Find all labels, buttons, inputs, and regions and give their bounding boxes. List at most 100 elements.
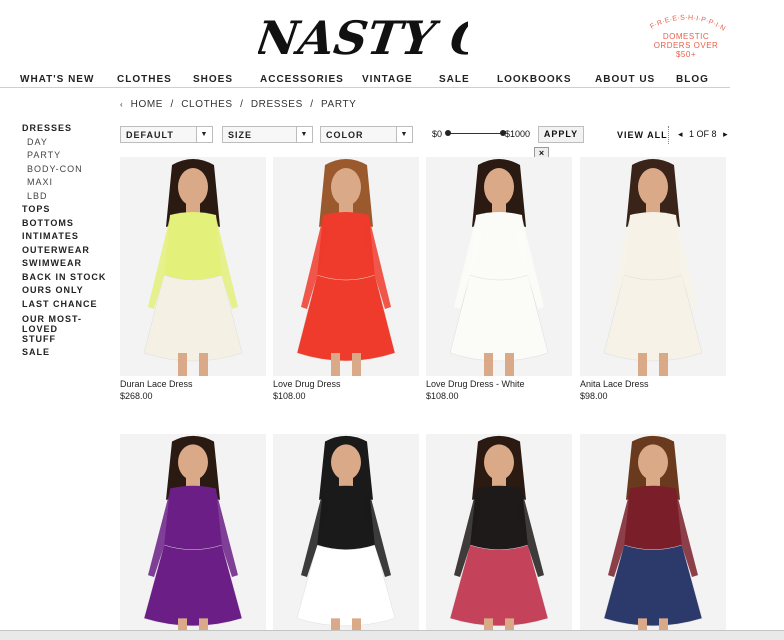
sidebar-most-loved-line1: OUR MOST-LOVED xyxy=(22,314,82,334)
product-name[interactable]: Duran Lace Dress xyxy=(120,379,266,389)
prev-page-icon[interactable]: ◂ xyxy=(678,129,683,139)
page-indicator: 1 OF 8 xyxy=(689,129,717,139)
sidebar-swimwear[interactable]: SWIMWEAR xyxy=(22,257,117,271)
sidebar-back-in-stock[interactable]: BACK IN STOCK xyxy=(22,271,117,285)
price-min-label: $0 xyxy=(432,129,443,139)
price-max-label: $1000 xyxy=(505,129,531,139)
breadcrumb-home[interactable]: HOME xyxy=(131,99,163,110)
product-name[interactable]: Love Drug Dress - White xyxy=(426,379,572,389)
product-image[interactable] xyxy=(120,157,266,376)
size-select-value: SIZE xyxy=(228,130,253,140)
promo-line-3: $50+ xyxy=(675,50,697,59)
product-card[interactable]: Anita Lace Dress $98.00 xyxy=(580,157,726,401)
model-figure xyxy=(120,157,266,376)
sidebar-outerwear[interactable]: OUTERWEAR xyxy=(22,244,117,258)
model-figure xyxy=(273,434,419,640)
product-price: $268.00 xyxy=(120,391,153,401)
product-card[interactable] xyxy=(120,434,266,640)
price-slider-min-handle[interactable] xyxy=(445,130,451,136)
sidebar-ours-only[interactable]: OURS ONLY xyxy=(22,284,117,298)
free-shipping-badge[interactable]: F·R·E·E·S·H·I·P·P·I·N·G DOMESTIC ORDERS … xyxy=(640,12,732,59)
logo-text: NASTY GAL xyxy=(258,11,468,65)
product-card[interactable]: Duran Lace Dress $268.00 xyxy=(120,157,266,401)
product-image[interactable] xyxy=(120,434,266,640)
product-price: $108.00 xyxy=(273,391,306,401)
model-figure xyxy=(426,157,572,376)
product-image[interactable] xyxy=(273,157,419,376)
product-image[interactable] xyxy=(273,434,419,640)
chevron-down-icon: ▼ xyxy=(396,127,412,142)
sidebar-sub-party[interactable]: PARTY xyxy=(22,149,117,163)
nav-vintage[interactable]: VINTAGE xyxy=(362,74,413,85)
horizontal-scrollbar[interactable] xyxy=(0,630,784,640)
product-card[interactable] xyxy=(426,434,572,640)
model-figure xyxy=(120,434,266,640)
breadcrumb-separator: / xyxy=(310,99,314,110)
nav-sale[interactable]: SALE xyxy=(439,74,470,85)
svg-text:F·R·E·E·S·H·I·P·P·I·N·G: F·R·E·E·S·H·I·P·P·I·N·G xyxy=(640,12,727,32)
nav-about-us[interactable]: ABOUT US xyxy=(595,74,655,85)
promo-line-2: ORDERS OVER xyxy=(653,41,719,50)
product-price: $108.00 xyxy=(426,391,459,401)
main-nav: WHAT'S NEW CLOTHES SHOES ACCESSORIES VIN… xyxy=(0,72,730,88)
sidebar-sub-day[interactable]: DAY xyxy=(22,136,117,150)
price-slider-track[interactable] xyxy=(447,133,505,134)
category-sidebar: DRESSES DAY PARTY BODY-CON MAXI LBD TOPS… xyxy=(22,122,117,360)
product-image[interactable] xyxy=(580,157,726,376)
product-card[interactable] xyxy=(273,434,419,640)
sidebar-last-chance[interactable]: LAST CHANCE xyxy=(22,298,117,312)
product-name[interactable]: Love Drug Dress xyxy=(273,379,419,389)
breadcrumb-dresses[interactable]: DRESSES xyxy=(251,99,303,110)
breadcrumb-separator: / xyxy=(240,99,244,110)
pagination: ◂ 1 OF 8 ▸ xyxy=(676,129,730,140)
brand-logo[interactable]: NASTY GAL xyxy=(258,0,468,68)
apply-button[interactable]: APPLY xyxy=(538,126,584,143)
free-shipping-arc: F·R·E·E·S·H·I·P·P·I·N·G xyxy=(640,12,727,32)
product-name[interactable]: Anita Lace Dress xyxy=(580,379,726,389)
nav-shoes[interactable]: SHOES xyxy=(193,74,233,85)
product-image[interactable] xyxy=(580,434,726,640)
color-select-value: COLOR xyxy=(326,130,364,140)
sidebar-most-loved-line2: STUFF xyxy=(22,334,56,344)
promo-line-1: DOMESTIC xyxy=(662,32,710,41)
chevron-down-icon: ▼ xyxy=(196,127,212,142)
sidebar-sale[interactable]: SALE xyxy=(22,346,117,360)
product-price: $98.00 xyxy=(580,391,608,401)
sidebar-intimates[interactable]: INTIMATES xyxy=(22,230,117,244)
pagination-divider xyxy=(668,126,669,144)
sidebar-bottoms[interactable]: BOTTOMS xyxy=(22,217,117,231)
sidebar-most-loved[interactable]: OUR MOST-LOVED STUFF xyxy=(22,314,117,344)
sort-select[interactable]: DEFAULT ▼ xyxy=(120,126,213,143)
product-card[interactable]: Love Drug Dress $108.00 xyxy=(273,157,419,401)
color-select[interactable]: COLOR ▼ xyxy=(320,126,413,143)
model-figure xyxy=(273,157,419,376)
model-figure xyxy=(426,434,572,640)
sort-select-value: DEFAULT xyxy=(126,130,174,140)
breadcrumb-separator: / xyxy=(170,99,174,110)
nav-whats-new[interactable]: WHAT'S NEW xyxy=(20,74,94,85)
nav-clothes[interactable]: CLOTHES xyxy=(117,74,172,85)
sidebar-sub-lbd[interactable]: LBD xyxy=(22,190,117,204)
product-image[interactable] xyxy=(426,434,572,640)
breadcrumb-back-icon: ‹ xyxy=(120,100,124,109)
size-select[interactable]: SIZE ▼ xyxy=(222,126,313,143)
model-figure xyxy=(580,434,726,640)
view-all-link[interactable]: VIEW ALL xyxy=(617,130,668,140)
nav-accessories[interactable]: ACCESSORIES xyxy=(260,74,344,85)
sidebar-tops[interactable]: TOPS xyxy=(22,203,117,217)
product-image[interactable] xyxy=(426,157,572,376)
sidebar-sub-maxi[interactable]: MAXI xyxy=(22,176,117,190)
product-card[interactable] xyxy=(580,434,726,640)
breadcrumb: ‹ HOME / CLOTHES / DRESSES / PARTY xyxy=(120,99,360,110)
product-card[interactable]: Love Drug Dress - White $108.00 xyxy=(426,157,572,401)
model-figure xyxy=(580,157,726,376)
breadcrumb-clothes[interactable]: CLOTHES xyxy=(181,99,232,110)
sidebar-sub-body-con[interactable]: BODY-CON xyxy=(22,163,117,177)
sidebar-dresses[interactable]: DRESSES xyxy=(22,122,117,136)
breadcrumb-party[interactable]: PARTY xyxy=(321,99,356,110)
chevron-down-icon: ▼ xyxy=(296,127,312,142)
logo-wordmark: NASTY GAL xyxy=(258,11,468,65)
next-page-icon[interactable]: ▸ xyxy=(723,129,728,139)
nav-lookbooks[interactable]: LOOKBOOKS xyxy=(497,74,572,85)
nav-blog[interactable]: BLOG xyxy=(676,74,709,85)
